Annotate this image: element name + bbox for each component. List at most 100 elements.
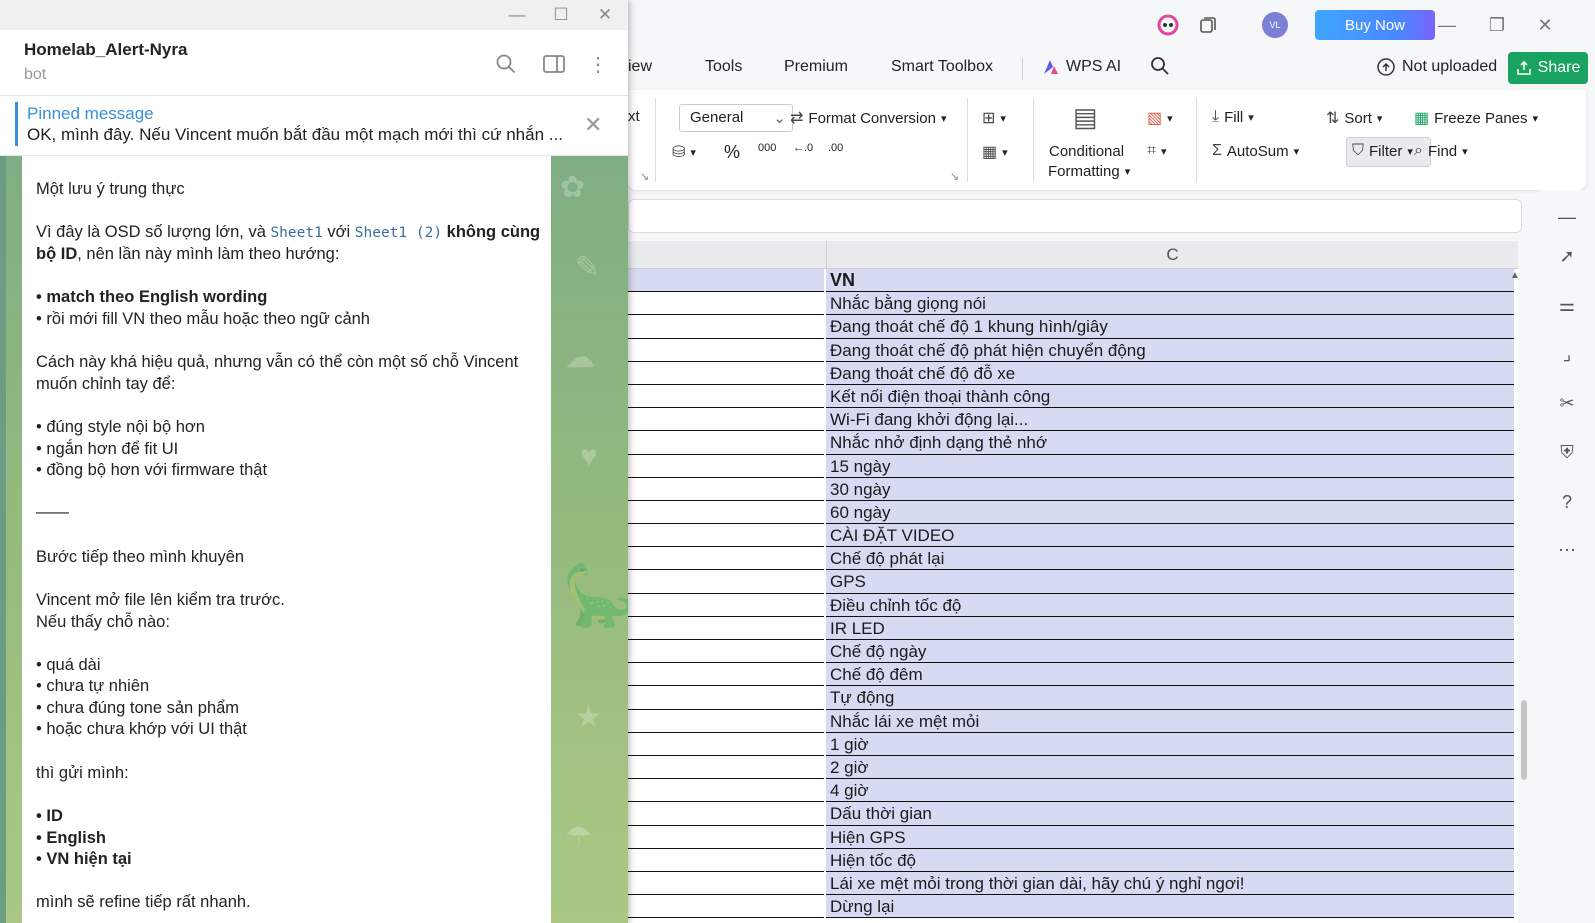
cell-b[interactable]	[628, 315, 824, 339]
cell-b[interactable]	[628, 779, 824, 803]
cell-c[interactable]: 2 giờ	[826, 755, 1514, 780]
user-avatar[interactable]: VL	[1262, 12, 1288, 38]
cell-b[interactable]	[628, 384, 824, 409]
autosum-button[interactable]: Σ AutoSum ▾	[1212, 142, 1299, 160]
message-bubble[interactable]	[22, 156, 551, 923]
restore-icon[interactable]: ❐	[1482, 10, 1512, 40]
vertical-scrollbar[interactable]	[1508, 272, 1522, 923]
cell-c[interactable]: Dừng lại	[826, 895, 1514, 919]
column-header-b[interactable]	[628, 241, 826, 269]
expand-icon[interactable]: ↘	[640, 170, 649, 183]
more-icon[interactable]: ⋯	[1555, 538, 1579, 562]
cell-b[interactable]	[628, 663, 824, 687]
cell-b[interactable]	[628, 755, 824, 780]
cell-c[interactable]: Đang thoát chế độ 1 khung hình/giây	[826, 315, 1514, 339]
share-button[interactable]: Share	[1508, 52, 1588, 84]
close-icon[interactable]: ✕	[592, 4, 618, 26]
help-icon[interactable]: ?	[1555, 490, 1579, 514]
cell-c[interactable]: Chế độ phát lại	[826, 547, 1514, 571]
expand-icon[interactable]: ↘	[950, 170, 959, 183]
cell-c[interactable]: 4 giờ	[826, 779, 1514, 803]
cell-b[interactable]	[628, 292, 824, 316]
cell-b[interactable]	[628, 616, 824, 640]
minimize-icon[interactable]: —	[504, 4, 530, 26]
cursor-icon[interactable]: ➚	[1555, 244, 1579, 268]
cell-c[interactable]: GPS	[826, 570, 1514, 594]
window-switch-icon[interactable]	[1195, 12, 1221, 38]
cell-b[interactable]	[628, 361, 824, 385]
close-icon[interactable]: ✕	[1530, 10, 1560, 40]
pinned-text[interactable]: OK, mình đây. Nếu Vincent muốn bắt đầu m…	[27, 125, 563, 145]
cell-c[interactable]: CÀI ĐẶT VIDEO	[826, 524, 1514, 548]
cell-b[interactable]	[628, 570, 824, 594]
cell-c[interactable]: 15 ngày	[826, 454, 1514, 478]
conditional-formatting-icon[interactable]: ▤	[1073, 102, 1098, 133]
cell-b[interactable]	[628, 848, 824, 872]
menu-view[interactable]: iew	[628, 58, 652, 76]
cell-c[interactable]: Hiện tốc độ	[826, 848, 1514, 872]
cell-b[interactable]	[628, 477, 824, 501]
cell-c[interactable]: Chế độ ngày	[826, 640, 1514, 664]
cell-c[interactable]: Lái xe mệt mỏi trong thời gian dài, hãy …	[826, 871, 1514, 896]
maximize-icon[interactable]: ☐	[548, 4, 574, 26]
menu-smart-toolbox[interactable]: Smart Toolbox	[891, 58, 993, 76]
table-style-button[interactable]: ▦ ▾	[982, 142, 1008, 162]
cell-b[interactable]	[628, 500, 824, 525]
sidebar-toggle-icon[interactable]	[540, 50, 568, 78]
cell-b[interactable]	[628, 408, 824, 432]
column-header-c[interactable]: C	[826, 241, 1518, 269]
scrollbar-thumb[interactable]	[1521, 700, 1527, 780]
chat-name[interactable]: Homelab_Alert-Nyra	[24, 40, 187, 60]
cell-c[interactable]: 30 ngày	[826, 477, 1514, 501]
cell-c[interactable]: Wi-Fi đang khởi động lại...	[826, 408, 1514, 432]
cell-c[interactable]: Nhắc nhở định dạng thẻ nhớ	[826, 431, 1514, 455]
cell-b[interactable]	[628, 547, 824, 571]
spreadsheet-grid[interactable]: C VN Nhắc bằng giọng nói Đang thoát chế độ…	[628, 241, 1518, 923]
cell-b[interactable]	[628, 871, 824, 896]
cell-b[interactable]	[628, 524, 824, 548]
upload-status[interactable]: Not uploaded	[1376, 58, 1497, 76]
search-icon[interactable]	[1150, 56, 1170, 81]
crop-corner-icon[interactable]: ⌟	[1555, 342, 1579, 366]
cell-b[interactable]	[628, 802, 824, 826]
cell-b[interactable]	[628, 640, 824, 664]
cell-b[interactable]	[628, 895, 824, 919]
thousands-button[interactable]: 000	[758, 142, 776, 154]
cell-b[interactable]	[628, 825, 824, 849]
find-button[interactable]: ⌕ Find ▾	[1414, 142, 1468, 160]
collapse-icon[interactable]: —	[1555, 205, 1579, 229]
cell-c[interactable]: Chế độ đêm	[826, 663, 1514, 687]
format-painter-button[interactable]: ▧ ▾	[1147, 108, 1173, 128]
more-vertical-icon[interactable]: ⋮	[584, 50, 612, 78]
cell-b[interactable]	[628, 686, 824, 710]
number-format-select[interactable]: General ⌄	[679, 104, 793, 132]
close-pinned-icon[interactable]: ✕	[584, 112, 602, 138]
cell-b[interactable]	[628, 709, 824, 733]
shield-icon[interactable]: ⛨	[1555, 440, 1579, 464]
cell-style-button[interactable]: ⊞ ▾	[982, 108, 1006, 128]
scroll-up-icon[interactable]: ▲	[1510, 270, 1520, 281]
cell-b[interactable]	[628, 454, 824, 478]
sliders-icon[interactable]: ⚌	[1555, 293, 1579, 317]
copilot-icon[interactable]	[1155, 12, 1181, 38]
cell-c[interactable]: Dấu thời gian	[826, 802, 1514, 826]
percent-button[interactable]: %	[724, 142, 740, 163]
currency-button[interactable]: ⛁ ▾	[672, 142, 696, 162]
crop-button[interactable]: ⌗ ▾	[1147, 142, 1167, 160]
filter-button[interactable]: ⛉ Filter ▾	[1352, 142, 1413, 160]
conditional-label[interactable]: Conditional	[1049, 143, 1124, 160]
tools-icon[interactable]: ✂	[1555, 391, 1579, 415]
buy-now-button[interactable]: Buy Now	[1315, 10, 1435, 40]
conditional-formatting-button[interactable]: Formatting ▾	[1048, 163, 1130, 180]
decrease-decimal-button[interactable]: .00	[828, 142, 843, 154]
cell-c[interactable]: Tự động	[826, 686, 1514, 710]
fill-button[interactable]: ⤓ Fill ▾	[1212, 108, 1254, 126]
cell-c[interactable]: Điều chỉnh tốc độ	[826, 593, 1514, 617]
cell-c[interactable]: Hiện GPS	[826, 825, 1514, 849]
cell-b[interactable]	[628, 732, 824, 756]
cell-c[interactable]: Nhắc bằng giọng nói	[826, 292, 1514, 316]
cell-b[interactable]	[628, 269, 824, 293]
cell-b[interactable]	[628, 431, 824, 455]
format-conversion-button[interactable]: ⇄ Format Conversion ▾	[790, 108, 946, 128]
menu-tools[interactable]: Tools	[705, 58, 742, 76]
